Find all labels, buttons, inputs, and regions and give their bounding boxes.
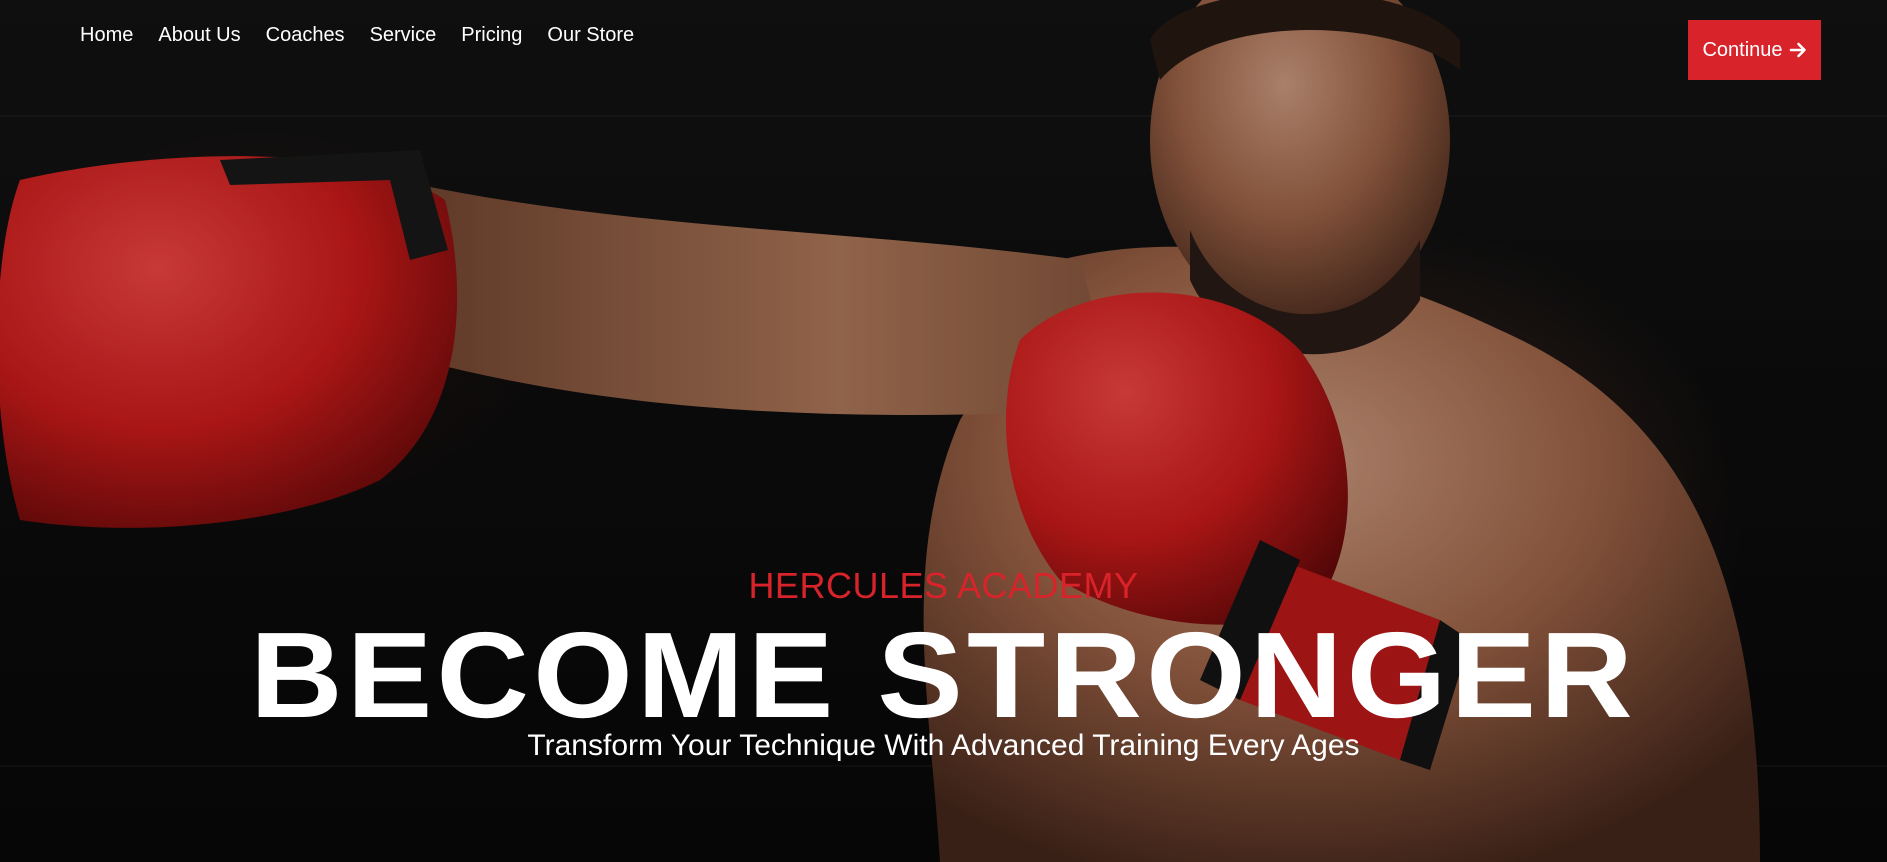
hero-section: Home About Us Coaches Service Pricing Ou… (0, 0, 1887, 862)
continue-button[interactable]: Continue (1688, 20, 1821, 80)
nav-about-us-link[interactable]: About Us (158, 22, 240, 48)
continue-button-label: Continue (1702, 38, 1783, 61)
nav-home-link[interactable]: Home (80, 22, 133, 48)
hero-subline: Transform Your Technique With Advanced T… (527, 729, 1360, 762)
arrow-right-icon (1789, 41, 1807, 59)
hero-eyebrow: HERCULES ACADEMY (748, 565, 1139, 606)
hero-headline: BECOME STRONGER (250, 607, 1637, 743)
nav-our-store-link[interactable]: Our Store (547, 22, 634, 48)
main-nav: Home About Us Coaches Service Pricing Ou… (80, 22, 634, 48)
nav-pricing-link[interactable]: Pricing (461, 22, 522, 48)
nav-coaches-link[interactable]: Coaches (266, 22, 345, 48)
nav-service-link[interactable]: Service (370, 22, 437, 48)
